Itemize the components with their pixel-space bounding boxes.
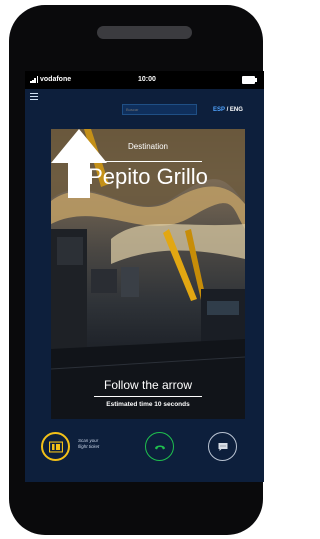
lang-separator: / [226, 107, 229, 113]
call-button[interactable] [145, 432, 174, 461]
follow-arrow-text: Follow the arrow [103, 378, 193, 392]
hamburger-menu-icon[interactable] [30, 93, 38, 101]
search-input[interactable] [122, 104, 197, 115]
language-switch: ESP / ENG [213, 107, 243, 113]
status-bar: vodafone 10:00 [25, 71, 264, 89]
carrier-name: vodafone [40, 76, 72, 83]
lang-eng-button[interactable]: ENG [230, 107, 243, 113]
estimated-time-text: Estimated time 10 seconds [106, 401, 190, 408]
phone-hangup-icon [154, 445, 165, 449]
phone-speaker [97, 26, 192, 39]
follow-divider [94, 396, 202, 397]
phone-frame: vodafone 10:00 ESP / ENG [9, 5, 264, 535]
status-time: 10:00 [138, 76, 156, 83]
signal-bars-icon [30, 76, 39, 83]
app-screen: vodafone 10:00 ESP / ENG [25, 71, 264, 482]
destination-divider [94, 161, 202, 162]
battery-full-icon [242, 76, 257, 84]
chat-button[interactable] [208, 432, 237, 461]
ticket-scan-icon [48, 441, 63, 452]
scan-ticket-label: Scan your flight ticket [78, 438, 100, 449]
airport-terminal-photo: Destination Pepito Grillo Follow the arr… [51, 129, 245, 419]
up-arrow-icon [51, 129, 107, 198]
scan-ticket-button[interactable] [41, 432, 70, 461]
lang-esp-button[interactable]: ESP [213, 107, 225, 113]
chat-bubble-icon [218, 442, 227, 451]
